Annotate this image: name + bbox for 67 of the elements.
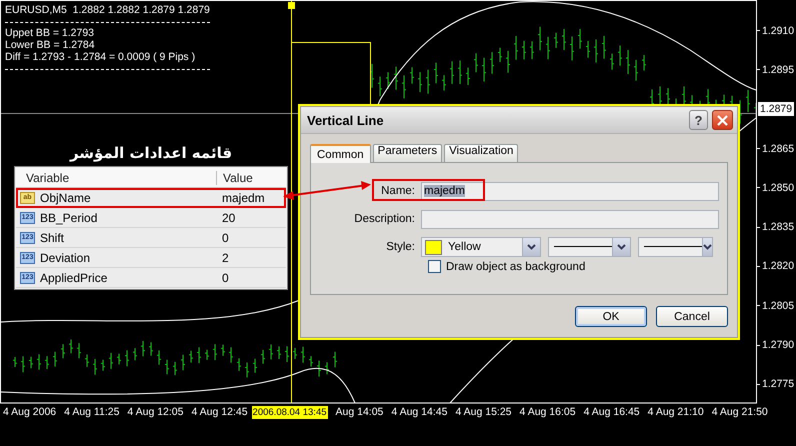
close-icon [717, 114, 728, 126]
column-header: Value [216, 170, 286, 184]
dialog-title: Vertical Line [307, 112, 384, 128]
price-label: 1.2850 [762, 182, 794, 194]
price-label: 1.2835 [762, 221, 794, 234]
time-label: 4 Aug 21:50 [712, 406, 768, 418]
time-label: Aug 14:05 [336, 406, 384, 418]
time-label: 4 Aug 16:45 [584, 406, 640, 418]
current-price-label: 1.2879 [758, 102, 794, 116]
price-label: 1.2910 [762, 24, 794, 37]
price-label: 1.2790 [762, 339, 794, 352]
line-style-dropdown[interactable] [548, 237, 631, 257]
close-button[interactable] [712, 110, 733, 130]
price-label: 1.2820 [762, 260, 794, 272]
help-button[interactable]: ? [689, 110, 708, 130]
info-line: Diff = 1.2793 - 1.2784 = 0.0009 ( 9 Pips ) [5, 51, 196, 63]
info-line: Uppet BB = 1.2793 [5, 27, 94, 39]
dialog-button[interactable]: Cancel [656, 306, 728, 327]
variable-name: Deviation [40, 250, 90, 264]
solid-line-icon [644, 246, 702, 248]
tab[interactable]: Visualization [444, 144, 518, 162]
field-label: Description: [353, 213, 416, 225]
variable-name: Shift [40, 230, 64, 244]
time-label: 4 Aug 11:25 [64, 406, 120, 418]
dropdown-button[interactable] [522, 238, 540, 256]
field-label: Name: [380, 185, 416, 197]
value-cell-text: majedm [221, 190, 266, 204]
time-label: 4 Aug 12:45 [191, 406, 248, 418]
checkbox[interactable] [428, 260, 441, 273]
value-cell-text: 20 [221, 210, 236, 224]
variable-name: AppliedPrice [40, 270, 108, 284]
value-cell-text: 0 [221, 270, 230, 284]
price-label: 1.2805 [762, 300, 794, 312]
field-label: Style: [385, 241, 416, 253]
variable-name: BB_Period [40, 210, 98, 224]
variable-name: ObjName [40, 190, 91, 204]
value-cell-text: 2 [221, 250, 230, 264]
caret-icon [527, 244, 536, 250]
dialog-button[interactable]: OK [575, 306, 647, 327]
color-dropdown[interactable]: Yellow [421, 237, 541, 257]
time-label: 4 Aug 14:45 [391, 406, 448, 418]
caret-icon [703, 244, 712, 250]
cursor-time-label: 2006.08.04 13:45 [252, 406, 328, 419]
price-label: 1.2895 [762, 64, 794, 76]
time-label: 4 Aug 2006 [3, 406, 56, 418]
tab[interactable]: Common [310, 144, 371, 163]
panel-title: قائمه اعدادات المؤشر [68, 143, 234, 164]
price-label: 1.2865 [762, 142, 794, 155]
value-cell-text: 0 [221, 230, 230, 244]
info-line: Lower BB = 1.2784 [5, 39, 95, 51]
vertical-line[interactable] [288, 0, 295, 404]
time-label: 4 Aug 16:05 [520, 406, 576, 418]
price-label: 1.2775 [762, 378, 794, 390]
caret-icon [617, 244, 626, 250]
name-field[interactable]: majedm [421, 182, 719, 200]
line-style-dropdown[interactable] [638, 237, 713, 257]
time-label: 4 Aug 12:05 [127, 406, 184, 418]
dropdown-button[interactable] [702, 238, 712, 256]
solid-line-icon [554, 246, 612, 248]
symbol-quote-text: EURUSD,M5 1.2882 1.2882 1.2879 1.2879 [5, 3, 210, 17]
tab[interactable]: Parameters [372, 144, 442, 162]
column-header: Variable [25, 170, 70, 184]
description-field[interactable] [421, 210, 719, 228]
dropdown-button[interactable] [612, 238, 630, 256]
checkbox-label: Draw object as background [446, 260, 586, 272]
time-label: 4 Aug 15:25 [455, 406, 512, 418]
time-label: 4 Aug 21:10 [648, 406, 704, 418]
